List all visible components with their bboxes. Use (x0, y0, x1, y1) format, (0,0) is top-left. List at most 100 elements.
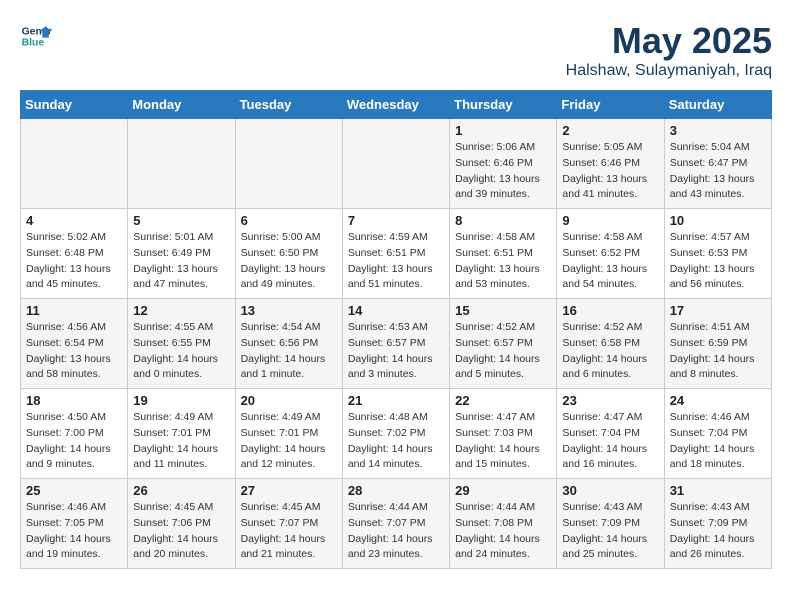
calendar-cell: 15Sunrise: 4:52 AMSunset: 6:57 PMDayligh… (450, 299, 557, 389)
day-info: Sunrise: 4:46 AMSunset: 7:04 PMDaylight:… (670, 410, 766, 473)
weekday-header: Tuesday (235, 91, 342, 119)
day-number: 31 (670, 483, 766, 498)
calendar-cell: 24 Sunrise: 4:46 AMSunset: 7:04 PMDayligh… (664, 389, 771, 479)
calendar-cell: 2 Sunrise: 5:05 AMSunset: 6:46 PMDaylight… (557, 119, 664, 209)
calendar-cell: 31 Sunrise: 4:43 AMSunset: 7:09 PMDayligh… (664, 479, 771, 569)
day-number: 23 (562, 393, 658, 408)
day-number: 5 (133, 213, 229, 228)
day-number: 27 (241, 483, 337, 498)
calendar-cell: 29 Sunrise: 4:44 AMSunset: 7:08 PMDayligh… (450, 479, 557, 569)
weekday-header: Sunday (21, 91, 128, 119)
calendar-cell: 8 Sunrise: 4:58 AMSunset: 6:51 PMDaylight… (450, 209, 557, 299)
day-number: 29 (455, 483, 551, 498)
day-info: Sunrise: 4:56 AMSunset: 6:54 PMDaylight:… (26, 320, 122, 383)
day-info: Sunrise: 4:43 AMSunset: 7:09 PMDaylight:… (670, 500, 766, 563)
day-number: 2 (562, 123, 658, 138)
day-number: 17 (670, 303, 766, 318)
day-number: 25 (26, 483, 122, 498)
day-number: 19 (133, 393, 229, 408)
month-title: May 2025 (566, 20, 772, 62)
day-number: 16 (562, 303, 658, 318)
day-info: Sunrise: 4:52 AMSunset: 6:58 PMDaylight:… (562, 320, 658, 383)
calendar-cell: 4 Sunrise: 5:02 AMSunset: 6:48 PMDaylight… (21, 209, 128, 299)
day-info: Sunrise: 4:59 AMSunset: 6:51 PMDaylight:… (348, 230, 444, 293)
day-number: 9 (562, 213, 658, 228)
weekday-header: Wednesday (342, 91, 449, 119)
calendar-cell (128, 119, 235, 209)
calendar-cell: 12Sunrise: 4:55 AMSunset: 6:55 PMDayligh… (128, 299, 235, 389)
day-number: 10 (670, 213, 766, 228)
day-info: Sunrise: 5:01 AMSunset: 6:49 PMDaylight:… (133, 230, 229, 293)
calendar-cell: 25 Sunrise: 4:46 AMSunset: 7:05 PMDayligh… (21, 479, 128, 569)
weekday-header: Saturday (664, 91, 771, 119)
calendar-cell: 11 Sunrise: 4:56 AMSunset: 6:54 PMDayligh… (21, 299, 128, 389)
day-info: Sunrise: 5:05 AMSunset: 6:46 PMDaylight:… (562, 140, 658, 203)
day-number: 26 (133, 483, 229, 498)
day-info: Sunrise: 4:51 AMSunset: 6:59 PMDaylight:… (670, 320, 766, 383)
day-info: Sunrise: 4:58 AMSunset: 6:51 PMDaylight:… (455, 230, 551, 293)
day-number: 14 (348, 303, 444, 318)
calendar-cell: 26 Sunrise: 4:45 AMSunset: 7:06 PMDayligh… (128, 479, 235, 569)
day-number: 22 (455, 393, 551, 408)
calendar-cell: 17 Sunrise: 4:51 AMSunset: 6:59 PMDayligh… (664, 299, 771, 389)
calendar-cell: 30Sunrise: 4:43 AMSunset: 7:09 PMDayligh… (557, 479, 664, 569)
day-info: Sunrise: 4:53 AMSunset: 6:57 PMDaylight:… (348, 320, 444, 383)
calendar-cell: 6Sunrise: 5:00 AMSunset: 6:50 PMDaylight… (235, 209, 342, 299)
day-info: Sunrise: 4:57 AMSunset: 6:53 PMDaylight:… (670, 230, 766, 293)
day-number: 28 (348, 483, 444, 498)
day-info: Sunrise: 4:43 AMSunset: 7:09 PMDaylight:… (562, 500, 658, 563)
day-number: 18 (26, 393, 122, 408)
calendar-cell: 14 Sunrise: 4:53 AMSunset: 6:57 PMDayligh… (342, 299, 449, 389)
day-info: Sunrise: 4:47 AMSunset: 7:03 PMDaylight:… (455, 410, 551, 473)
day-number: 20 (241, 393, 337, 408)
calendar-cell: 5 Sunrise: 5:01 AMSunset: 6:49 PMDaylight… (128, 209, 235, 299)
day-info: Sunrise: 4:44 AMSunset: 7:07 PMDaylight:… (348, 500, 444, 563)
day-info: Sunrise: 5:00 AMSunset: 6:50 PMDaylight:… (241, 230, 337, 293)
calendar-cell: 20 Sunrise: 4:49 AMSunset: 7:01 PMDayligh… (235, 389, 342, 479)
day-info: Sunrise: 4:48 AMSunset: 7:02 PMDaylight:… (348, 410, 444, 473)
logo: General Blue (20, 20, 52, 52)
calendar-cell: 23 Sunrise: 4:47 AMSunset: 7:04 PMDayligh… (557, 389, 664, 479)
calendar-cell: 9Sunrise: 4:58 AMSunset: 6:52 PMDaylight… (557, 209, 664, 299)
calendar-cell: 1Sunrise: 5:06 AMSunset: 6:46 PMDaylight… (450, 119, 557, 209)
day-number: 21 (348, 393, 444, 408)
calendar-cell: 3 Sunrise: 5:04 AMSunset: 6:47 PMDaylight… (664, 119, 771, 209)
calendar-cell (342, 119, 449, 209)
day-number: 11 (26, 303, 122, 318)
calendar-cell: 19 Sunrise: 4:49 AMSunset: 7:01 PMDayligh… (128, 389, 235, 479)
calendar-week-row: 25 Sunrise: 4:46 AMSunset: 7:05 PMDayligh… (21, 479, 772, 569)
calendar-week-row: 4 Sunrise: 5:02 AMSunset: 6:48 PMDaylight… (21, 209, 772, 299)
day-number: 13 (241, 303, 337, 318)
day-number: 7 (348, 213, 444, 228)
day-number: 4 (26, 213, 122, 228)
day-number: 24 (670, 393, 766, 408)
day-info: Sunrise: 4:47 AMSunset: 7:04 PMDaylight:… (562, 410, 658, 473)
day-info: Sunrise: 4:54 AMSunset: 6:56 PMDaylight:… (241, 320, 337, 383)
day-info: Sunrise: 4:49 AMSunset: 7:01 PMDaylight:… (133, 410, 229, 473)
weekday-header: Monday (128, 91, 235, 119)
day-info: Sunrise: 4:45 AMSunset: 7:06 PMDaylight:… (133, 500, 229, 563)
day-info: Sunrise: 4:45 AMSunset: 7:07 PMDaylight:… (241, 500, 337, 563)
day-info: Sunrise: 4:52 AMSunset: 6:57 PMDaylight:… (455, 320, 551, 383)
location: Halshaw, Sulaymaniyah, Iraq (566, 62, 772, 80)
calendar-cell: 13 Sunrise: 4:54 AMSunset: 6:56 PMDayligh… (235, 299, 342, 389)
day-info: Sunrise: 4:50 AMSunset: 7:00 PMDaylight:… (26, 410, 122, 473)
day-info: Sunrise: 5:02 AMSunset: 6:48 PMDaylight:… (26, 230, 122, 293)
day-info: Sunrise: 4:49 AMSunset: 7:01 PMDaylight:… (241, 410, 337, 473)
calendar-week-row: 18 Sunrise: 4:50 AMSunset: 7:00 PMDayligh… (21, 389, 772, 479)
calendar-cell: 18 Sunrise: 4:50 AMSunset: 7:00 PMDayligh… (21, 389, 128, 479)
calendar-cell (21, 119, 128, 209)
day-info: Sunrise: 4:44 AMSunset: 7:08 PMDaylight:… (455, 500, 551, 563)
calendar-cell: 7 Sunrise: 4:59 AMSunset: 6:51 PMDaylight… (342, 209, 449, 299)
calendar-cell: 22 Sunrise: 4:47 AMSunset: 7:03 PMDayligh… (450, 389, 557, 479)
day-number: 8 (455, 213, 551, 228)
day-number: 12 (133, 303, 229, 318)
day-info: Sunrise: 4:46 AMSunset: 7:05 PMDaylight:… (26, 500, 122, 563)
calendar-cell: 28 Sunrise: 4:44 AMSunset: 7:07 PMDayligh… (342, 479, 449, 569)
day-info: Sunrise: 5:04 AMSunset: 6:47 PMDaylight:… (670, 140, 766, 203)
logo-icon: General Blue (20, 20, 52, 52)
calendar-cell: 21 Sunrise: 4:48 AMSunset: 7:02 PMDayligh… (342, 389, 449, 479)
page-header: General Blue May 2025 Halshaw, Sulaymani… (20, 20, 772, 80)
calendar-cell: 27 Sunrise: 4:45 AMSunset: 7:07 PMDayligh… (235, 479, 342, 569)
day-number: 3 (670, 123, 766, 138)
